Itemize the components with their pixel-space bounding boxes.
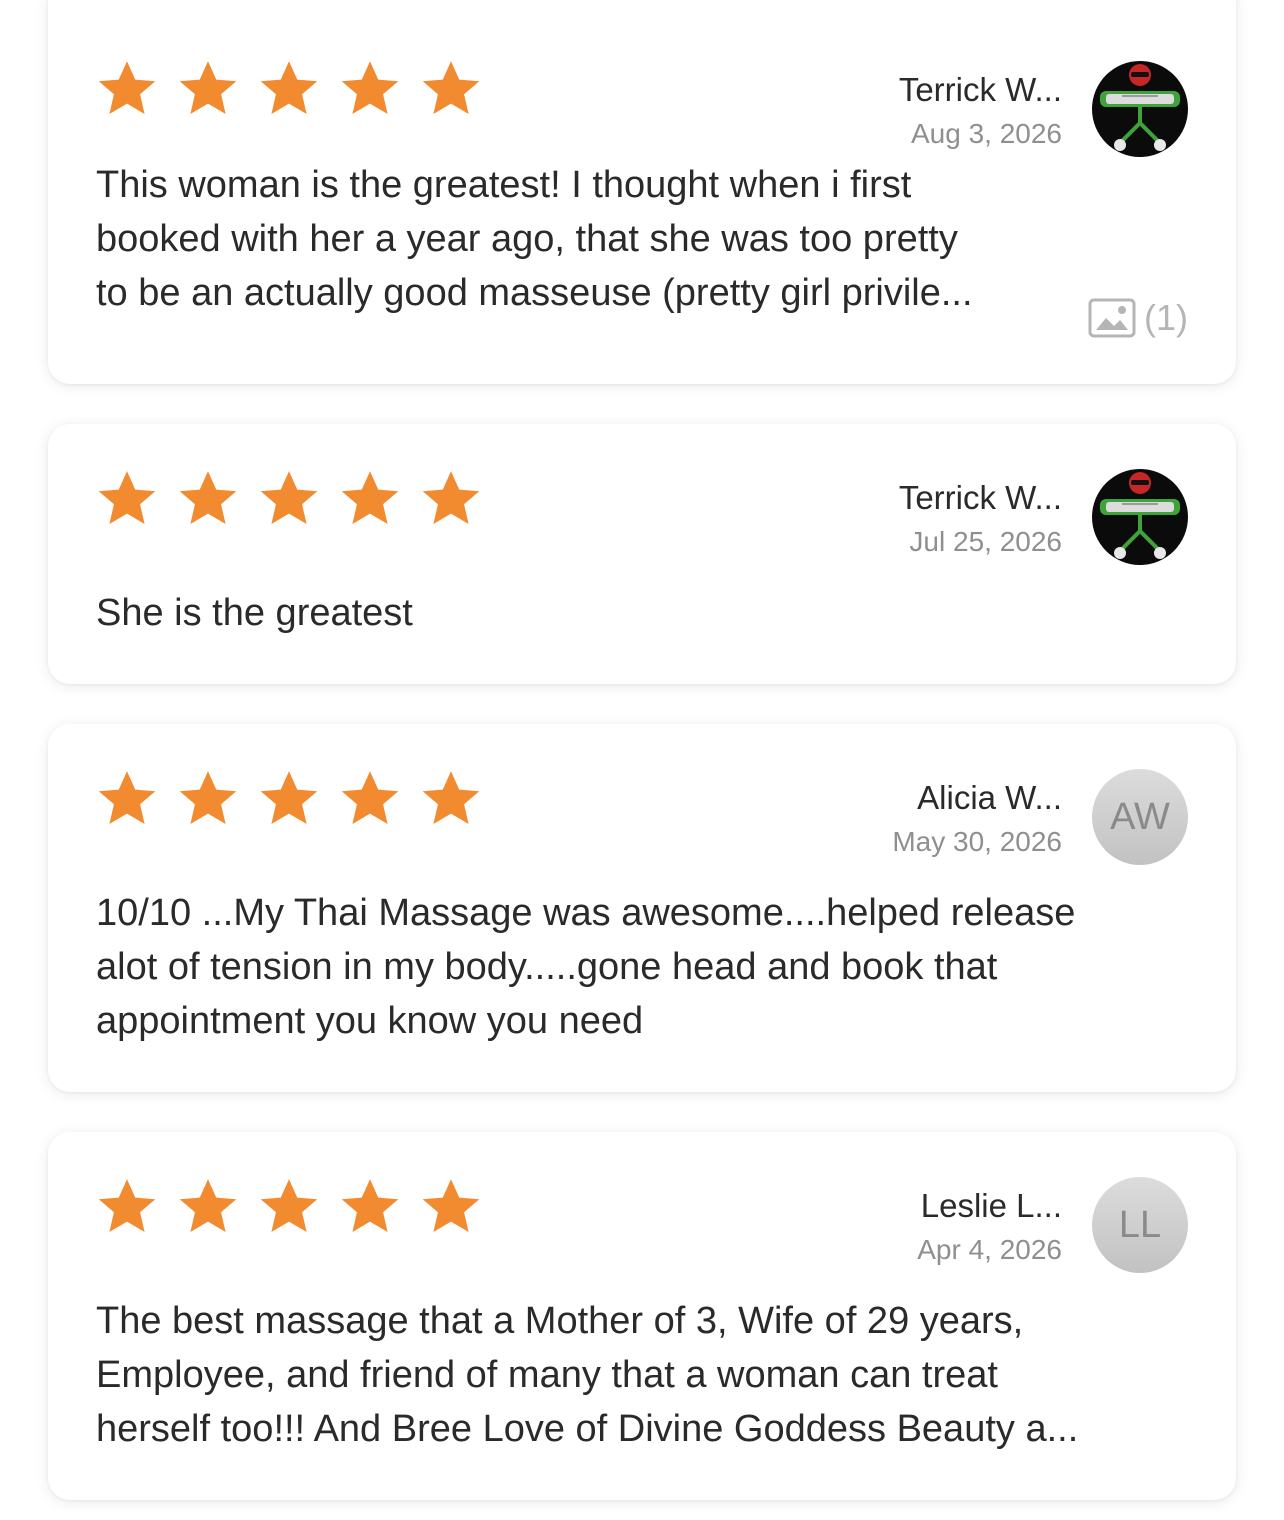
star-icon [337, 768, 403, 832]
avatar-initials: AW [1110, 795, 1170, 838]
star-icon [256, 468, 322, 532]
avatar-initials: LL [1118, 1203, 1162, 1246]
reviewer-name: Leslie L... [920, 1187, 1062, 1224]
star-icon [418, 58, 484, 122]
reviewer-name: Terrick W... [898, 479, 1062, 516]
avatar[interactable] [1092, 469, 1188, 565]
review-card[interactable]: Alicia W... May 30, 2026 AW 10/10 ...My … [48, 724, 1236, 1092]
star-icon [418, 468, 484, 532]
review-date: Apr 4, 2026 [917, 1234, 1062, 1265]
reviewer-name: Alicia W... [917, 779, 1062, 816]
review-date: Aug 3, 2026 [910, 118, 1062, 149]
star-icon [256, 1176, 322, 1240]
reviews-feed: Terrick W... Aug 3, 2026 This woman is t… [0, 0, 1284, 1520]
star-icon [175, 1176, 241, 1240]
photo-count-label: (1) [1144, 297, 1188, 338]
star-rating [94, 1176, 484, 1240]
review-text-line: Employee, and friend of many that a woma… [96, 1354, 998, 1396]
review-card[interactable]: Terrick W... Aug 3, 2026 This woman is t… [48, 0, 1236, 384]
review-text-line: appointment you know you need [96, 1000, 644, 1042]
star-icon [337, 1176, 403, 1240]
review-text: She is the greatest [96, 586, 1156, 640]
star-icon [94, 58, 160, 122]
review-card[interactable]: Terrick W... Jul 25, 2026 She is the gre… [48, 424, 1236, 684]
review-text-line: 10/10 ...My Thai Massage was awesome....… [96, 892, 1076, 934]
star-icon [256, 768, 322, 832]
review-text-line: to be an actually good masseuse (pretty … [96, 272, 973, 314]
star-icon [256, 58, 322, 122]
star-icon [175, 58, 241, 122]
review-text-line: The best massage that a Mother of 3, Wif… [96, 1300, 1024, 1342]
review-date: May 30, 2026 [892, 826, 1062, 857]
review-date: Jul 25, 2026 [909, 526, 1062, 557]
avatar[interactable]: LL [1092, 1177, 1188, 1273]
star-icon [337, 468, 403, 532]
avatar[interactable]: AW [1092, 769, 1188, 865]
avatar-photo [1092, 469, 1188, 565]
review-text: The best massage that a Mother of 3, Wif… [96, 1294, 1176, 1456]
photo-count-button[interactable]: (1) [1088, 296, 1188, 340]
star-icon [418, 768, 484, 832]
star-rating [94, 58, 484, 122]
review-text-line: This woman is the greatest! I thought wh… [96, 164, 912, 206]
review-text: 10/10 ...My Thai Massage was awesome....… [96, 886, 1156, 1048]
reviewer-name: Terrick W... [898, 71, 1062, 108]
review-text-line: She is the greatest [96, 592, 413, 634]
star-icon [94, 468, 160, 532]
star-rating [94, 468, 484, 532]
star-icon [94, 1176, 160, 1240]
star-rating [94, 768, 484, 832]
avatar[interactable] [1092, 61, 1188, 157]
star-icon [175, 768, 241, 832]
review-text: This woman is the greatest! I thought wh… [96, 158, 1066, 320]
review-text-line: alot of tension in my body.....gone head… [96, 946, 998, 988]
star-icon [175, 468, 241, 532]
star-icon [94, 768, 160, 832]
review-card[interactable]: Leslie L... Apr 4, 2026 LL The best mass… [48, 1132, 1236, 1500]
avatar-photo [1092, 61, 1188, 157]
review-text-line: booked with her a year ago, that she was… [96, 218, 958, 260]
review-text-line: herself too!!! And Bree Love of Divine G… [96, 1408, 1079, 1450]
image-icon [1088, 298, 1136, 338]
review-meta: Terrick W... Jul 25, 2026 [899, 476, 1062, 562]
review-meta: Leslie L... Apr 4, 2026 [917, 1184, 1062, 1270]
star-icon [418, 1176, 484, 1240]
review-meta: Alicia W... May 30, 2026 [892, 776, 1062, 862]
review-meta: Terrick W... Aug 3, 2026 [899, 68, 1062, 154]
star-icon [337, 58, 403, 122]
